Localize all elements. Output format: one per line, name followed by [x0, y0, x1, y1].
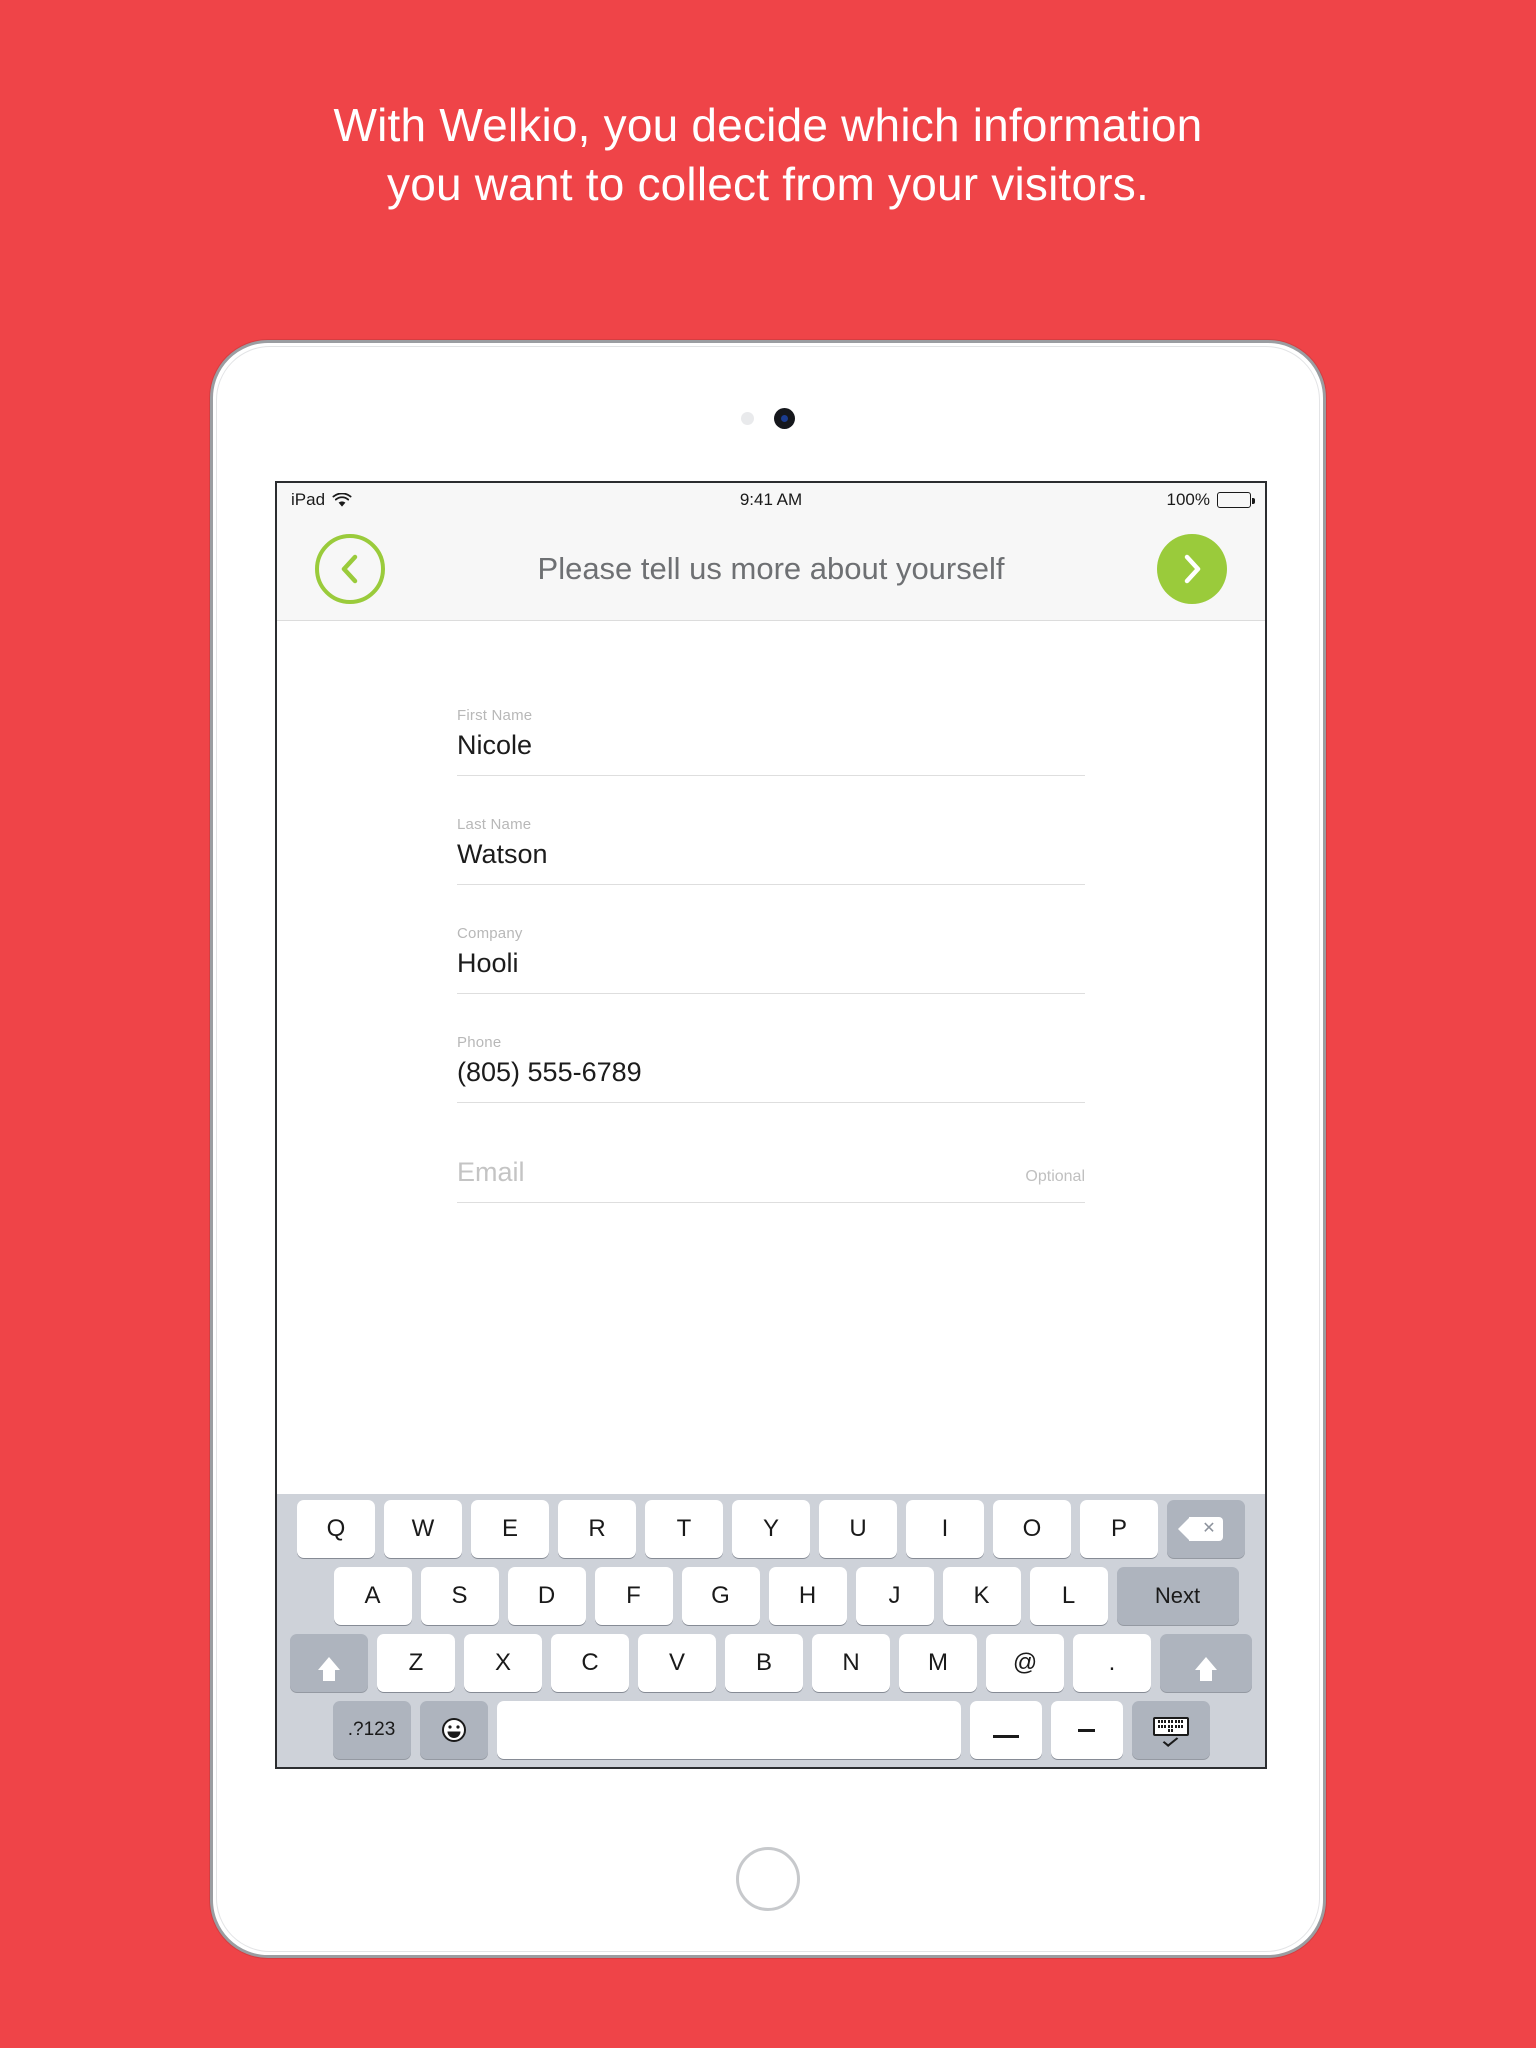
key-t[interactable]: T [645, 1500, 723, 1558]
key-w[interactable]: W [384, 1500, 462, 1558]
hide-keyboard-icon [1152, 1716, 1190, 1747]
numbers-key[interactable]: .?123 [332, 1701, 411, 1759]
onscreen-keyboard: Q W E R T Y U I O P ✕ A S D F G H J K L … [277, 1494, 1265, 1767]
key-a[interactable]: A [333, 1567, 412, 1625]
device-sensor-row [213, 405, 1323, 431]
shift-arrow-icon [1195, 1656, 1217, 1681]
smiley-face-icon [441, 1718, 466, 1742]
chevron-right-icon [1184, 554, 1201, 583]
key-g[interactable]: G [681, 1567, 760, 1625]
home-button[interactable] [736, 1847, 800, 1911]
key-o[interactable]: O [993, 1500, 1071, 1558]
nav-bar: Please tell us more about yourself [277, 517, 1265, 621]
key-y[interactable]: Y [732, 1500, 810, 1558]
battery-percent-label: 100% [1166, 490, 1210, 509]
key-j[interactable]: J [855, 1567, 934, 1625]
field-label: Last Name [457, 816, 532, 833]
page-title: Please tell us more about yourself [537, 550, 1005, 586]
ambient-light-sensor-icon [741, 411, 754, 425]
key-c[interactable]: C [551, 1634, 629, 1692]
key-period[interactable]: . [1073, 1634, 1151, 1692]
device-screen: iPad 9:41 AM 100% Please tell us more ab… [275, 481, 1267, 1769]
key-s[interactable]: S [420, 1567, 499, 1625]
key-m[interactable]: M [899, 1634, 977, 1692]
hide-keyboard-key[interactable] [1131, 1701, 1210, 1759]
key-r[interactable]: R [558, 1500, 636, 1558]
chevron-left-icon [341, 554, 358, 583]
underscore-glyph [992, 1734, 1019, 1738]
backspace-key[interactable]: ✕ [1167, 1500, 1245, 1558]
status-bar-right: 100% [1166, 490, 1255, 510]
field-value[interactable]: Email Optional [457, 1157, 1085, 1203]
field-phone[interactable]: Phone (805) 555-6789 [457, 1034, 1085, 1103]
key-i[interactable]: I [906, 1500, 984, 1558]
field-value[interactable]: Watson [457, 839, 1085, 885]
ipad-device-frame: iPad 9:41 AM 100% Please tell us more ab… [210, 340, 1326, 1958]
keyboard-row-2: A S D F G H J K L Next [282, 1567, 1260, 1625]
front-camera-icon [774, 407, 795, 429]
shift-key-left[interactable] [290, 1634, 368, 1692]
key-l[interactable]: L [1029, 1567, 1108, 1625]
key-b[interactable]: B [725, 1634, 803, 1692]
field-value[interactable]: Nicole [457, 730, 1085, 776]
field-label: First Name [457, 707, 533, 724]
field-label: Phone [457, 1034, 502, 1051]
next-button[interactable] [1157, 533, 1227, 604]
underscore-key[interactable] [969, 1701, 1042, 1759]
keyboard-row-3: Z X C V B N M @ . [282, 1634, 1260, 1692]
key-n[interactable]: N [812, 1634, 890, 1692]
keyboard-row-1: Q W E R T Y U I O P ✕ [282, 1500, 1260, 1558]
field-label: Company [457, 925, 523, 942]
headline-line-2: you want to collect from your visitors. [387, 157, 1149, 210]
key-q[interactable]: Q [297, 1500, 375, 1558]
chevron-down-icon [1162, 1733, 1179, 1747]
shift-key-right[interactable] [1160, 1634, 1252, 1692]
space-key[interactable] [496, 1701, 961, 1759]
visitor-form: First Name Nicole Last Name Watson Compa… [277, 621, 1265, 1363]
field-last-name[interactable]: Last Name Watson [457, 816, 1085, 885]
email-placeholder: Email [457, 1157, 525, 1187]
field-first-name[interactable]: First Name Nicole [457, 707, 1085, 776]
optional-label: Optional [1025, 1168, 1085, 1185]
hyphen-glyph [1078, 1728, 1095, 1732]
battery-full-icon [1217, 492, 1255, 508]
headline-line-1: With Welkio, you decide which informatio… [333, 99, 1203, 151]
key-v[interactable]: V [638, 1634, 716, 1692]
backspace-icon: ✕ [1178, 1517, 1223, 1541]
status-bar: iPad 9:41 AM 100% [277, 483, 1265, 517]
field-company[interactable]: Company Hooli [457, 925, 1085, 994]
field-value[interactable]: Hooli [457, 948, 1085, 994]
next-key[interactable]: Next [1116, 1567, 1239, 1625]
marketing-headline: With Welkio, you decide which informatio… [0, 96, 1536, 214]
keyboard-glyph-box [1152, 1716, 1189, 1736]
key-h[interactable]: H [768, 1567, 847, 1625]
emoji-key[interactable] [419, 1701, 488, 1759]
key-k[interactable]: K [942, 1567, 1021, 1625]
hyphen-key[interactable] [1050, 1701, 1123, 1759]
status-bar-time: 9:41 AM [739, 490, 803, 509]
key-x[interactable]: X [464, 1634, 542, 1692]
back-button[interactable] [315, 533, 385, 604]
key-z[interactable]: Z [377, 1634, 455, 1692]
field-value[interactable]: (805) 555-6789 [457, 1057, 1085, 1103]
key-d[interactable]: D [507, 1567, 586, 1625]
key-f[interactable]: F [594, 1567, 673, 1625]
key-u[interactable]: U [819, 1500, 897, 1558]
keyboard-row-4: .?123 [282, 1701, 1260, 1759]
key-p[interactable]: P [1080, 1500, 1158, 1558]
field-email[interactable]: Email Optional [457, 1157, 1085, 1203]
key-e[interactable]: E [471, 1500, 549, 1558]
key-at-sign[interactable]: @ [986, 1634, 1064, 1692]
shift-arrow-icon [318, 1656, 340, 1681]
